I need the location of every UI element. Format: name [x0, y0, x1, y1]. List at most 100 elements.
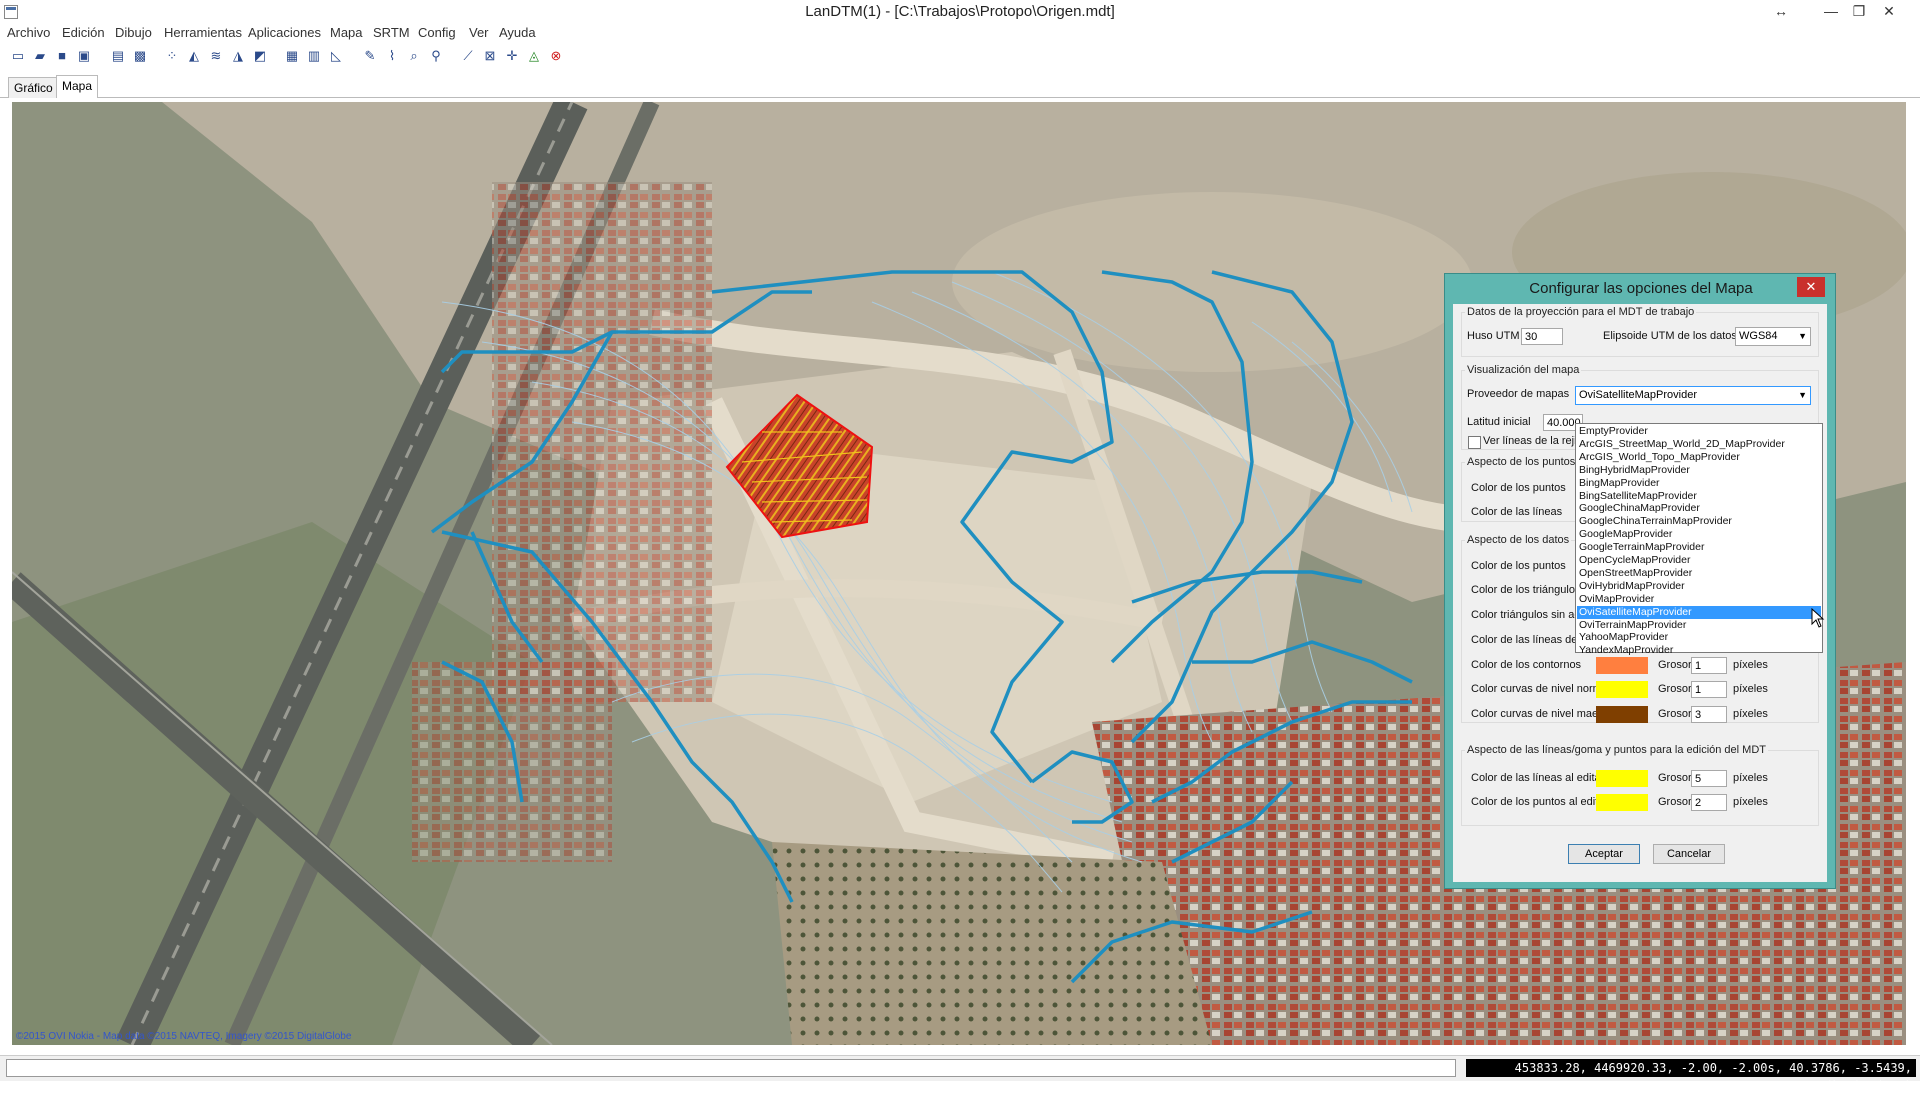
ellipsoid-label: Elipsoide UTM de los datos — [1603, 330, 1737, 342]
visualization-group-title: Visualización del mapa — [1465, 364, 1582, 376]
new-file-icon[interactable]: ▭ — [10, 48, 26, 64]
latitude-label: Latitud inicial — [1467, 416, 1531, 428]
edit-row-thickness-input[interactable]: 5 — [1691, 770, 1727, 787]
provider-option[interactable]: OpenStreetMapProvider — [1577, 567, 1821, 580]
menu-dibujo[interactable]: Dibujo — [115, 25, 152, 40]
dialog-close-button[interactable]: ✕ — [1797, 277, 1825, 297]
open-folder-icon[interactable]: ▰ — [32, 48, 48, 64]
data-row-color-swatch[interactable] — [1596, 705, 1648, 723]
provider-option[interactable]: BingMapProvider — [1577, 477, 1821, 490]
provider-option[interactable]: ArcGIS_StreetMap_World_2D_MapProvider — [1577, 438, 1821, 451]
profile-icon[interactable]: ◮ — [230, 48, 246, 64]
huso-label: Huso UTM — [1467, 330, 1520, 342]
grid-lines-checkbox[interactable] — [1468, 436, 1481, 449]
cancel-button[interactable]: Cancelar — [1653, 844, 1725, 864]
data-row-grosor-label: Grosor — [1658, 658, 1692, 671]
zoom-icon[interactable]: ⚲ — [428, 48, 444, 64]
provider-label: Proveedor de mapas — [1467, 388, 1570, 400]
data-row-color-swatch[interactable] — [1596, 656, 1648, 674]
triangles-color-label: Color de los triángulos — [1471, 584, 1581, 596]
projection-group-title: Datos de la proyección para el MDT de tr… — [1465, 306, 1697, 318]
menu-srtm[interactable]: SRTM — [373, 25, 410, 40]
pencil-icon[interactable]: ✎ — [362, 48, 378, 64]
data-row-color-swatch[interactable] — [1596, 681, 1648, 698]
provider-option[interactable]: OviHybridMapProvider — [1577, 580, 1821, 593]
restore-size-button[interactable]: ↔ — [1768, 0, 1794, 22]
provider-option[interactable]: OviTerrainMapProvider — [1577, 619, 1821, 632]
provider-option[interactable]: OviMapProvider — [1577, 593, 1821, 606]
provider-option[interactable]: OviSatelliteMapProvider — [1577, 605, 1821, 619]
provider-select[interactable]: OviSatelliteMapProvider ▼ — [1575, 386, 1811, 405]
layout-icon[interactable]: ▤ — [110, 48, 126, 64]
tab-mapa[interactable]: Mapa — [56, 75, 99, 98]
menu-edicion[interactable]: Edición — [62, 25, 105, 40]
data-row-thickness-input[interactable]: 1 — [1691, 681, 1727, 698]
provider-value: OviSatelliteMapProvider — [1579, 389, 1697, 401]
triangles-icon[interactable]: ◭ — [186, 48, 202, 64]
chevron-down-icon: ▼ — [1798, 390, 1807, 400]
chart-icon[interactable]: ◺ — [328, 48, 344, 64]
provider-option[interactable]: EmptyProvider — [1577, 425, 1821, 438]
save-icon[interactable]: ■ — [54, 48, 70, 64]
menu-aplicaciones[interactable]: Aplicaciones — [248, 25, 321, 40]
edit-appearance-group — [1461, 750, 1819, 826]
data-row-unit-label: píxeles — [1733, 658, 1768, 671]
contours-icon[interactable]: ≋ — [208, 48, 224, 64]
measure-icon[interactable]: ⟋ — [460, 48, 476, 64]
save-as-icon[interactable]: ▣ — [76, 48, 92, 64]
provider-option[interactable]: GoogleChinaMapProvider — [1577, 502, 1821, 515]
minimize-button[interactable]: — — [1818, 0, 1844, 22]
provider-option[interactable]: ArcGIS_World_Topo_MapProvider — [1577, 451, 1821, 464]
edit-row-unit-label: píxeles — [1733, 796, 1768, 808]
points-icon[interactable]: ⁘ — [164, 48, 180, 64]
edit-group-title: Aspecto de las líneas/goma y puntos para… — [1465, 744, 1768, 756]
status-message — [6, 1059, 1456, 1077]
maximize-button[interactable]: ❐ — [1846, 0, 1872, 22]
map-icon[interactable]: ◩ — [252, 48, 268, 64]
menu-archivo[interactable]: Archivo — [7, 25, 50, 40]
ellipsoid-select[interactable]: WGS84 ▼ — [1735, 327, 1811, 346]
edit-terrain-icon[interactable]: ◬ — [526, 48, 542, 64]
stop-icon[interactable]: ⊗ — [548, 48, 564, 64]
menu-herramientas[interactable]: Herramientas — [164, 25, 242, 40]
data-row-unit-label: píxeles — [1733, 683, 1768, 695]
polyline-icon[interactable]: ⌇ — [384, 48, 400, 64]
extents-icon[interactable]: ⊠ — [482, 48, 498, 64]
edit-row-label: Color de los puntos al editar — [1471, 796, 1608, 808]
provider-option[interactable]: BingHybridMapProvider — [1577, 464, 1821, 477]
provider-option[interactable]: GoogleTerrainMapProvider — [1577, 541, 1821, 554]
menu-ver[interactable]: Ver — [469, 25, 489, 40]
data-row-grosor-label: Grosor — [1658, 707, 1692, 720]
huso-input[interactable]: 30 — [1521, 328, 1563, 345]
crosshair-icon[interactable]: ✛ — [504, 48, 520, 64]
provider-option[interactable]: BingSatelliteMapProvider — [1577, 490, 1821, 503]
accept-button[interactable]: Aceptar — [1568, 844, 1640, 864]
provider-option[interactable]: OpenCycleMapProvider — [1577, 554, 1821, 567]
mouse-cursor-icon — [1811, 608, 1825, 628]
grid-icon[interactable]: ▦ — [284, 48, 300, 64]
provider-option[interactable]: YahooMapProvider — [1577, 631, 1821, 644]
provider-option[interactable]: GoogleChinaTerrainMapProvider — [1577, 515, 1821, 528]
edit-row-thickness-input[interactable]: 2 — [1691, 794, 1727, 811]
lines-color-label: Color de las líneas — [1471, 506, 1563, 518]
data-row-thickness-input[interactable]: 1 — [1691, 656, 1727, 674]
tab-grafico[interactable]: Gráfico — [8, 77, 59, 98]
provider-option[interactable]: GoogleMapProvider — [1577, 528, 1821, 541]
menu-config[interactable]: Config — [418, 25, 456, 40]
edit-row-color-swatch[interactable] — [1596, 794, 1648, 811]
provider-option[interactable]: YandexMapProvider — [1577, 644, 1821, 657]
terrain-icon[interactable]: ▩ — [132, 48, 148, 64]
data-row-label: Color de los contornos — [1471, 658, 1582, 671]
menu-mapa[interactable]: Mapa — [330, 25, 363, 40]
status-coordinates: 453833.28, 4469920.33, -2.00, -2.00s, 40… — [1466, 1059, 1916, 1093]
report-icon[interactable]: ▥ — [306, 48, 322, 64]
data-group-title: Aspecto de los datos — [1465, 534, 1572, 546]
zoom-window-icon[interactable]: ⌕ — [406, 48, 422, 64]
ellipsoid-value: WGS84 — [1739, 330, 1778, 342]
provider-dropdown-list[interactable]: EmptyProvider ArcGIS_StreetMap_World_2D_M… — [1575, 423, 1823, 656]
data-row-thickness-input[interactable]: 3 — [1691, 705, 1727, 723]
close-window-button[interactable]: ✕ — [1876, 0, 1902, 22]
title-bar: LanDTM(1) - [C:\Trabajos\Protopo\Origen.… — [0, 0, 1920, 24]
menu-ayuda[interactable]: Ayuda — [499, 25, 536, 40]
edit-row-color-swatch[interactable] — [1596, 770, 1648, 787]
